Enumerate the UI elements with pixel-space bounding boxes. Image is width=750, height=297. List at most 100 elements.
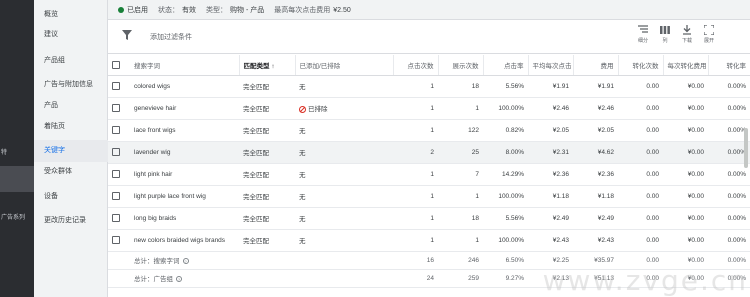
row-checkbox-cell bbox=[108, 185, 130, 208]
nav-item-ads-extensions[interactable]: 广告与附加信息 bbox=[34, 74, 108, 96]
far-left-item[interactable]: 广告系列 bbox=[0, 205, 34, 231]
header-avg-cpc[interactable]: 平均每次点击 bbox=[528, 55, 574, 76]
segment-button[interactable]: 细分 bbox=[632, 25, 654, 49]
table-row-hovered[interactable]: lavender wig 完全匹配 无 2 25 8.00% ¥2.31 ¥4.… bbox=[108, 141, 750, 164]
segment-icon bbox=[638, 25, 648, 33]
cell-conversions: 0.00 bbox=[618, 97, 663, 120]
cell-conversions: 0.00 bbox=[618, 185, 663, 208]
cell-cost-per-conv: ¥0.00 bbox=[663, 185, 708, 208]
excluded-icon bbox=[299, 105, 306, 113]
table-row[interactable]: long big braids 完全匹配 无 1 18 5.56% ¥2.49 … bbox=[108, 207, 750, 230]
cell-clicks: 1 bbox=[393, 185, 438, 208]
row-checkbox[interactable] bbox=[112, 170, 120, 178]
vertical-scrollbar[interactable] bbox=[744, 128, 748, 168]
cell-match-type: 完全匹配 bbox=[239, 97, 295, 120]
status-state: 状态： 有效 bbox=[158, 6, 196, 14]
cell-ctr: 100.00% bbox=[483, 97, 528, 120]
cell-avg-cpc: ¥2.43 bbox=[528, 229, 573, 252]
cell-match-type: 完全匹配 bbox=[239, 163, 295, 186]
page-nav: 概览 建议 产品组 广告与附加信息 产品 着陆页 关键字 受众群体 设备 更改历… bbox=[34, 0, 108, 297]
cell-clicks: 1 bbox=[393, 97, 438, 120]
cell-cost-per-conv: ¥0.00 bbox=[663, 75, 708, 98]
help-icon[interactable]: ? bbox=[182, 258, 189, 265]
cell-search-term: long big braids bbox=[130, 207, 239, 230]
total-ctr: 9.27% bbox=[483, 269, 528, 288]
row-checkbox[interactable] bbox=[112, 126, 120, 134]
download-button[interactable]: 下载 bbox=[676, 25, 698, 49]
cell-added-excluded: 无 bbox=[295, 141, 393, 164]
nav-item-devices[interactable]: 设备 bbox=[34, 186, 108, 208]
header-clicks[interactable]: 点击次数 bbox=[393, 55, 439, 76]
cell-conversions: 0.00 bbox=[618, 75, 663, 98]
table-toolbar: 添加过滤条件 细分 列 下载 展开 bbox=[108, 20, 750, 54]
row-checkbox-cell bbox=[108, 141, 130, 164]
cell-conv-rate: 0.00% bbox=[708, 97, 750, 120]
select-all-checkbox[interactable] bbox=[112, 60, 120, 69]
header-added-excluded[interactable]: 已添加/已排除 bbox=[295, 55, 394, 76]
row-checkbox[interactable] bbox=[112, 148, 120, 156]
cell-added-excluded: 无 bbox=[295, 75, 393, 98]
collapsed-left-panel: 特 广告系列 bbox=[0, 0, 34, 297]
far-left-item[interactable]: 特 bbox=[0, 140, 34, 166]
header-match-type[interactable]: 匹配类型 ↑ bbox=[239, 55, 296, 76]
far-left-item-active[interactable] bbox=[0, 166, 34, 192]
filter-icon[interactable] bbox=[122, 30, 132, 40]
nav-item-product-groups[interactable]: 产品组 bbox=[34, 50, 108, 72]
cell-conversions: 0.00 bbox=[618, 119, 663, 142]
help-icon[interactable]: ? bbox=[176, 276, 182, 283]
row-checkbox[interactable] bbox=[112, 192, 120, 200]
table-row[interactable]: light purple lace front wig 完全匹配 无 1 1 1… bbox=[108, 185, 750, 208]
header-search-term[interactable]: 搜索字词 bbox=[130, 55, 240, 76]
main-content: 已启用 状态： 有效 类型： 购物 - 产品 最高每次点击费用 ¥2.50 添加过滤条… bbox=[108, 0, 750, 297]
nav-item-audiences[interactable]: 受众群体 bbox=[34, 161, 108, 183]
status-maxcpc: 最高每次点击费用 ¥2.50 bbox=[274, 6, 351, 14]
header-conversions[interactable]: 转化次数 bbox=[618, 55, 664, 76]
nav-item-products[interactable]: 产品 bbox=[34, 95, 108, 117]
total-impressions: 246 bbox=[438, 251, 483, 270]
cell-avg-cpc: ¥2.36 bbox=[528, 163, 573, 186]
table-row[interactable]: genevieve hair 完全匹配 已排除 1 1 100.00% ¥2.4… bbox=[108, 97, 750, 120]
cell-impressions: 1 bbox=[438, 229, 483, 252]
cell-match-type: 完全匹配 bbox=[239, 119, 295, 142]
nav-item-change-history[interactable]: 更改历史记录 bbox=[34, 210, 108, 232]
cell-search-term: colored wigs bbox=[130, 75, 239, 98]
table-row[interactable]: lace front wigs 完全匹配 无 1 122 0.82% ¥2.05… bbox=[108, 119, 750, 142]
table-row[interactable]: light pink hair 完全匹配 无 1 7 14.29% ¥2.36 … bbox=[108, 163, 750, 186]
cell-avg-cpc: ¥1.91 bbox=[528, 75, 573, 98]
cell-cost: ¥2.43 bbox=[573, 229, 618, 252]
cell-avg-cpc: ¥2.49 bbox=[528, 207, 573, 230]
cell-cost-per-conv: ¥0.00 bbox=[663, 207, 708, 230]
nav-item-recommendations[interactable]: 建议 bbox=[34, 24, 108, 46]
cell-ctr: 5.56% bbox=[483, 207, 528, 230]
select-all-cell bbox=[108, 55, 130, 76]
header-cost-per-conv[interactable]: 每次转化费用 bbox=[663, 55, 709, 76]
table-header-row: 搜索字词 匹配类型 ↑ 已添加/已排除 点击次数 展示次数 点击率 平均每次点击… bbox=[108, 55, 750, 76]
header-conv-rate[interactable]: 转化率 bbox=[708, 55, 750, 76]
status-type: 类型： 购物 - 产品 bbox=[206, 6, 265, 14]
cell-conversions: 0.00 bbox=[618, 141, 663, 164]
total-label: 总计：搜索字词? bbox=[130, 251, 239, 270]
cell-added-excluded: 无 bbox=[295, 185, 393, 208]
cell-impressions: 18 bbox=[438, 75, 483, 98]
nav-item-landing-pages[interactable]: 着陆页 bbox=[34, 116, 108, 138]
row-checkbox[interactable] bbox=[112, 104, 120, 112]
add-filter-input[interactable]: 添加过滤条件 bbox=[150, 32, 192, 42]
columns-button[interactable]: 列 bbox=[654, 25, 676, 49]
header-cost[interactable]: 费用 bbox=[573, 55, 619, 76]
table-row[interactable]: new colors braided wigs brands 完全匹配 无 1 … bbox=[108, 229, 750, 252]
cell-ctr: 8.00% bbox=[483, 141, 528, 164]
cell-ctr: 100.00% bbox=[483, 229, 528, 252]
total-impressions: 259 bbox=[438, 269, 483, 288]
header-ctr[interactable]: 点击率 bbox=[483, 55, 529, 76]
row-checkbox[interactable] bbox=[112, 236, 120, 244]
table-row[interactable]: colored wigs 完全匹配 无 1 18 5.56% ¥1.91 ¥1.… bbox=[108, 75, 750, 98]
nav-item-keywords[interactable]: 关键字 bbox=[34, 140, 108, 162]
row-checkbox-cell bbox=[108, 119, 130, 142]
header-impressions[interactable]: 展示次数 bbox=[438, 55, 484, 76]
row-checkbox[interactable] bbox=[112, 82, 120, 90]
expand-button[interactable]: 展开 bbox=[698, 25, 720, 49]
row-checkbox[interactable] bbox=[112, 214, 120, 222]
cell-search-term: genevieve hair bbox=[130, 97, 239, 120]
total-label: 总计：广告组? bbox=[130, 269, 239, 288]
nav-item-overview[interactable]: 概览 bbox=[34, 4, 108, 26]
